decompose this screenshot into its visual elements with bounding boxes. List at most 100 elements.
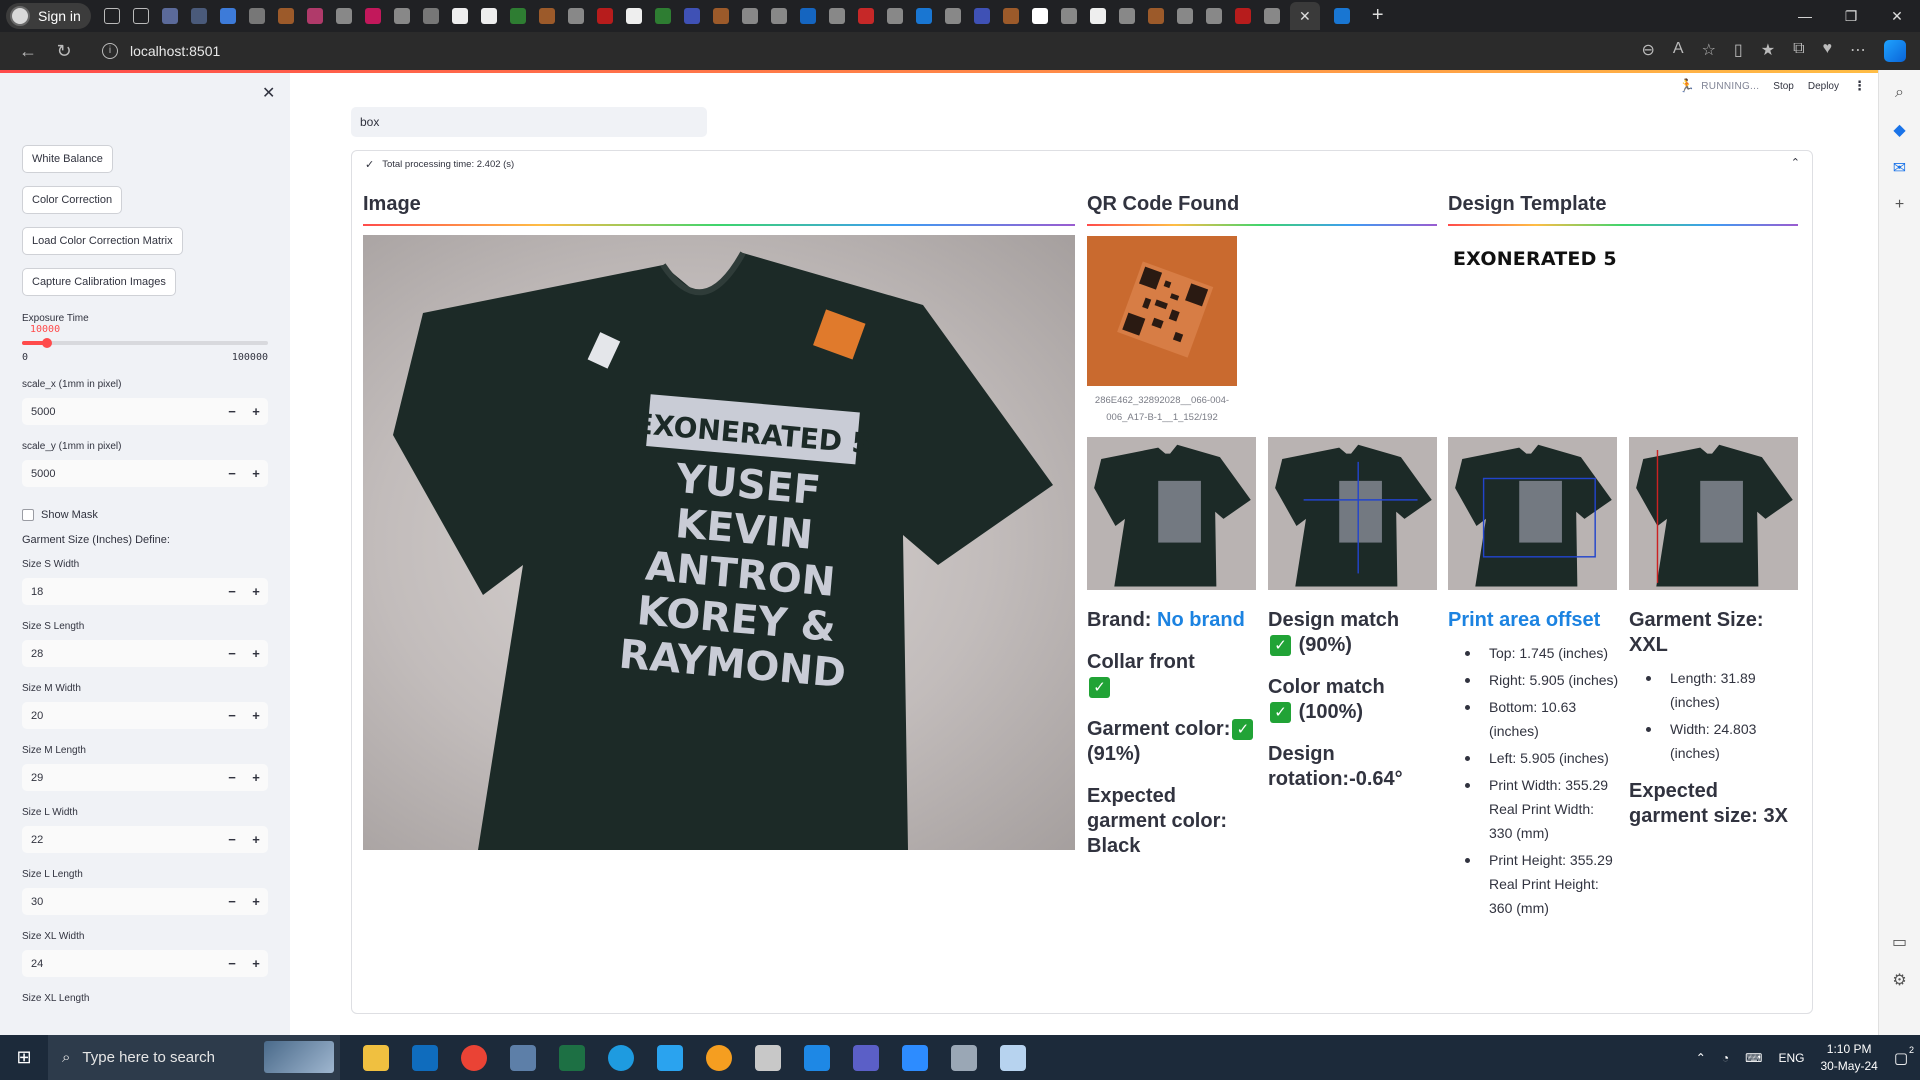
tab-favicon-icon[interactable]: [857, 8, 874, 24]
notepad-icon[interactable]: [1000, 1044, 1026, 1071]
app-icon[interactable]: [951, 1044, 977, 1071]
network-icon[interactable]: ◔: [1722, 1051, 1729, 1065]
favorite-icon[interactable]: ☆: [1702, 40, 1716, 62]
tab-favicon-icon[interactable]: [973, 8, 990, 24]
load-color-correction-matrix-button[interactable]: Load Color Correction Matrix: [22, 227, 183, 255]
decrement-button[interactable]: −: [220, 646, 244, 661]
tab-favicon-icon[interactable]: [567, 8, 584, 24]
tab-favicon-icon[interactable]: [770, 8, 787, 24]
url-field[interactable]: i localhost:8501: [102, 43, 220, 59]
increment-button[interactable]: +: [244, 770, 268, 785]
color-correction-button[interactable]: Color Correction: [22, 186, 123, 214]
decrement-button[interactable]: −: [220, 584, 244, 599]
decrement-button[interactable]: −: [220, 404, 244, 419]
settings-icon[interactable]: ⚙: [1892, 970, 1906, 990]
exposure-slider[interactable]: [22, 338, 268, 348]
tab-favicon-icon[interactable]: [828, 8, 845, 24]
chrome-icon[interactable]: [461, 1044, 487, 1071]
tab-favicon-icon[interactable]: [799, 8, 816, 24]
increment-button[interactable]: +: [244, 832, 268, 847]
google-icon[interactable]: [1031, 8, 1048, 24]
tab-favicon-icon[interactable]: [915, 8, 932, 24]
decrement-button[interactable]: −: [220, 466, 244, 481]
size-value[interactable]: 28: [22, 648, 220, 660]
tab-favicon-icon[interactable]: [1002, 8, 1019, 24]
expander-header[interactable]: ✓ Total processing time: 2.402 (s): [352, 151, 1812, 178]
tab-favicon-icon[interactable]: [1176, 8, 1193, 24]
deploy-button[interactable]: Deploy: [1808, 81, 1839, 92]
tab-favicon-icon[interactable]: [190, 8, 207, 24]
tab-favicon-icon[interactable]: [161, 8, 178, 24]
performance-icon[interactable]: ♥: [1823, 40, 1833, 62]
tab-favicon-icon[interactable]: [364, 8, 381, 24]
keyboard-icon[interactable]: ⌨: [1745, 1051, 1762, 1065]
scale-y-value[interactable]: 5000: [22, 468, 220, 480]
show-mask-checkbox[interactable]: Show Mask: [22, 509, 268, 521]
excel-icon[interactable]: [559, 1044, 585, 1071]
chevron-up-icon[interactable]: ⌃: [1791, 156, 1800, 169]
tab-favicon-icon[interactable]: [712, 8, 729, 24]
tab-favicon-icon[interactable]: [538, 8, 555, 24]
store-icon[interactable]: [412, 1044, 438, 1071]
tab-favicon-icon[interactable]: [596, 8, 613, 24]
outlook-icon[interactable]: ✉: [1893, 158, 1906, 178]
tab-favicon-icon[interactable]: [422, 8, 439, 24]
new-tab-icon[interactable]: +: [1372, 5, 1388, 25]
capture-calibration-images-button[interactable]: Capture Calibration Images: [22, 268, 176, 296]
increment-button[interactable]: +: [244, 646, 268, 661]
screenshot-icon[interactable]: ▭: [1892, 932, 1907, 952]
decrement-button[interactable]: −: [220, 894, 244, 909]
size-input[interactable]: 28− +: [22, 640, 268, 667]
increment-button[interactable]: +: [244, 404, 268, 419]
checkbox-box[interactable]: [22, 509, 34, 521]
size-value[interactable]: 18: [22, 586, 220, 598]
size-input[interactable]: 20− +: [22, 702, 268, 729]
white-balance-button[interactable]: White Balance: [22, 145, 113, 173]
increment-button[interactable]: +: [244, 466, 268, 481]
size-value[interactable]: 29: [22, 772, 220, 784]
size-value[interactable]: 20: [22, 710, 220, 722]
size-input[interactable]: 22− +: [22, 826, 268, 853]
tab-favicon-icon[interactable]: [1060, 8, 1077, 24]
file-explorer-icon[interactable]: [363, 1044, 389, 1071]
scale-x-input[interactable]: 5000 − +: [22, 398, 268, 425]
tab-favicon-icon[interactable]: [741, 8, 758, 24]
app-icon[interactable]: [755, 1044, 781, 1071]
tab-favicon-icon[interactable]: [335, 8, 352, 24]
tab-favicon-icon[interactable]: [248, 8, 265, 24]
scale-x-value[interactable]: 5000: [22, 406, 220, 418]
tab-favicon-icon[interactable]: [1263, 8, 1280, 24]
size-value[interactable]: 24: [22, 958, 220, 970]
tab-actions-icon[interactable]: [132, 8, 149, 24]
increment-button[interactable]: +: [244, 584, 268, 599]
workspaces-icon[interactable]: [103, 8, 120, 24]
tab-favicon-icon[interactable]: [1333, 8, 1350, 24]
taskbar-search[interactable]: ⌕ Type here to search: [48, 1035, 340, 1080]
edge-icon[interactable]: [608, 1044, 634, 1071]
favorites-icon[interactable]: ★: [1761, 40, 1775, 62]
search-input[interactable]: box: [351, 107, 707, 137]
windows-start-icon[interactable]: ⊞: [0, 1047, 48, 1068]
increment-button[interactable]: +: [244, 894, 268, 909]
tab-favicon-icon[interactable]: [654, 8, 671, 24]
tab-favicon-icon[interactable]: [393, 8, 410, 24]
close-sidebar-icon[interactable]: ✕: [262, 83, 275, 103]
add-icon[interactable]: +: [1895, 196, 1904, 214]
app-icon[interactable]: [510, 1044, 536, 1071]
profile-button[interactable]: Sign in: [6, 3, 91, 29]
increment-button[interactable]: +: [244, 708, 268, 723]
chevron-up-icon[interactable]: ⌃: [1696, 1051, 1706, 1065]
size-value[interactable]: 30: [22, 896, 220, 908]
size-input[interactable]: 24− +: [22, 950, 268, 977]
split-screen-icon[interactable]: ▯: [1734, 40, 1743, 62]
tab-favicon-icon[interactable]: [306, 8, 323, 24]
zoom-icon[interactable]: ⊖: [1641, 40, 1654, 62]
exposure-slider-thumb[interactable]: [41, 338, 52, 348]
more-icon[interactable]: ⋯: [1850, 40, 1866, 62]
decrement-button[interactable]: −: [220, 832, 244, 847]
size-value[interactable]: 22: [22, 834, 220, 846]
read-aloud-icon[interactable]: A: [1673, 40, 1684, 62]
size-input[interactable]: 30− +: [22, 888, 268, 915]
size-input[interactable]: 29− +: [22, 764, 268, 791]
vscode-icon[interactable]: [657, 1044, 683, 1071]
